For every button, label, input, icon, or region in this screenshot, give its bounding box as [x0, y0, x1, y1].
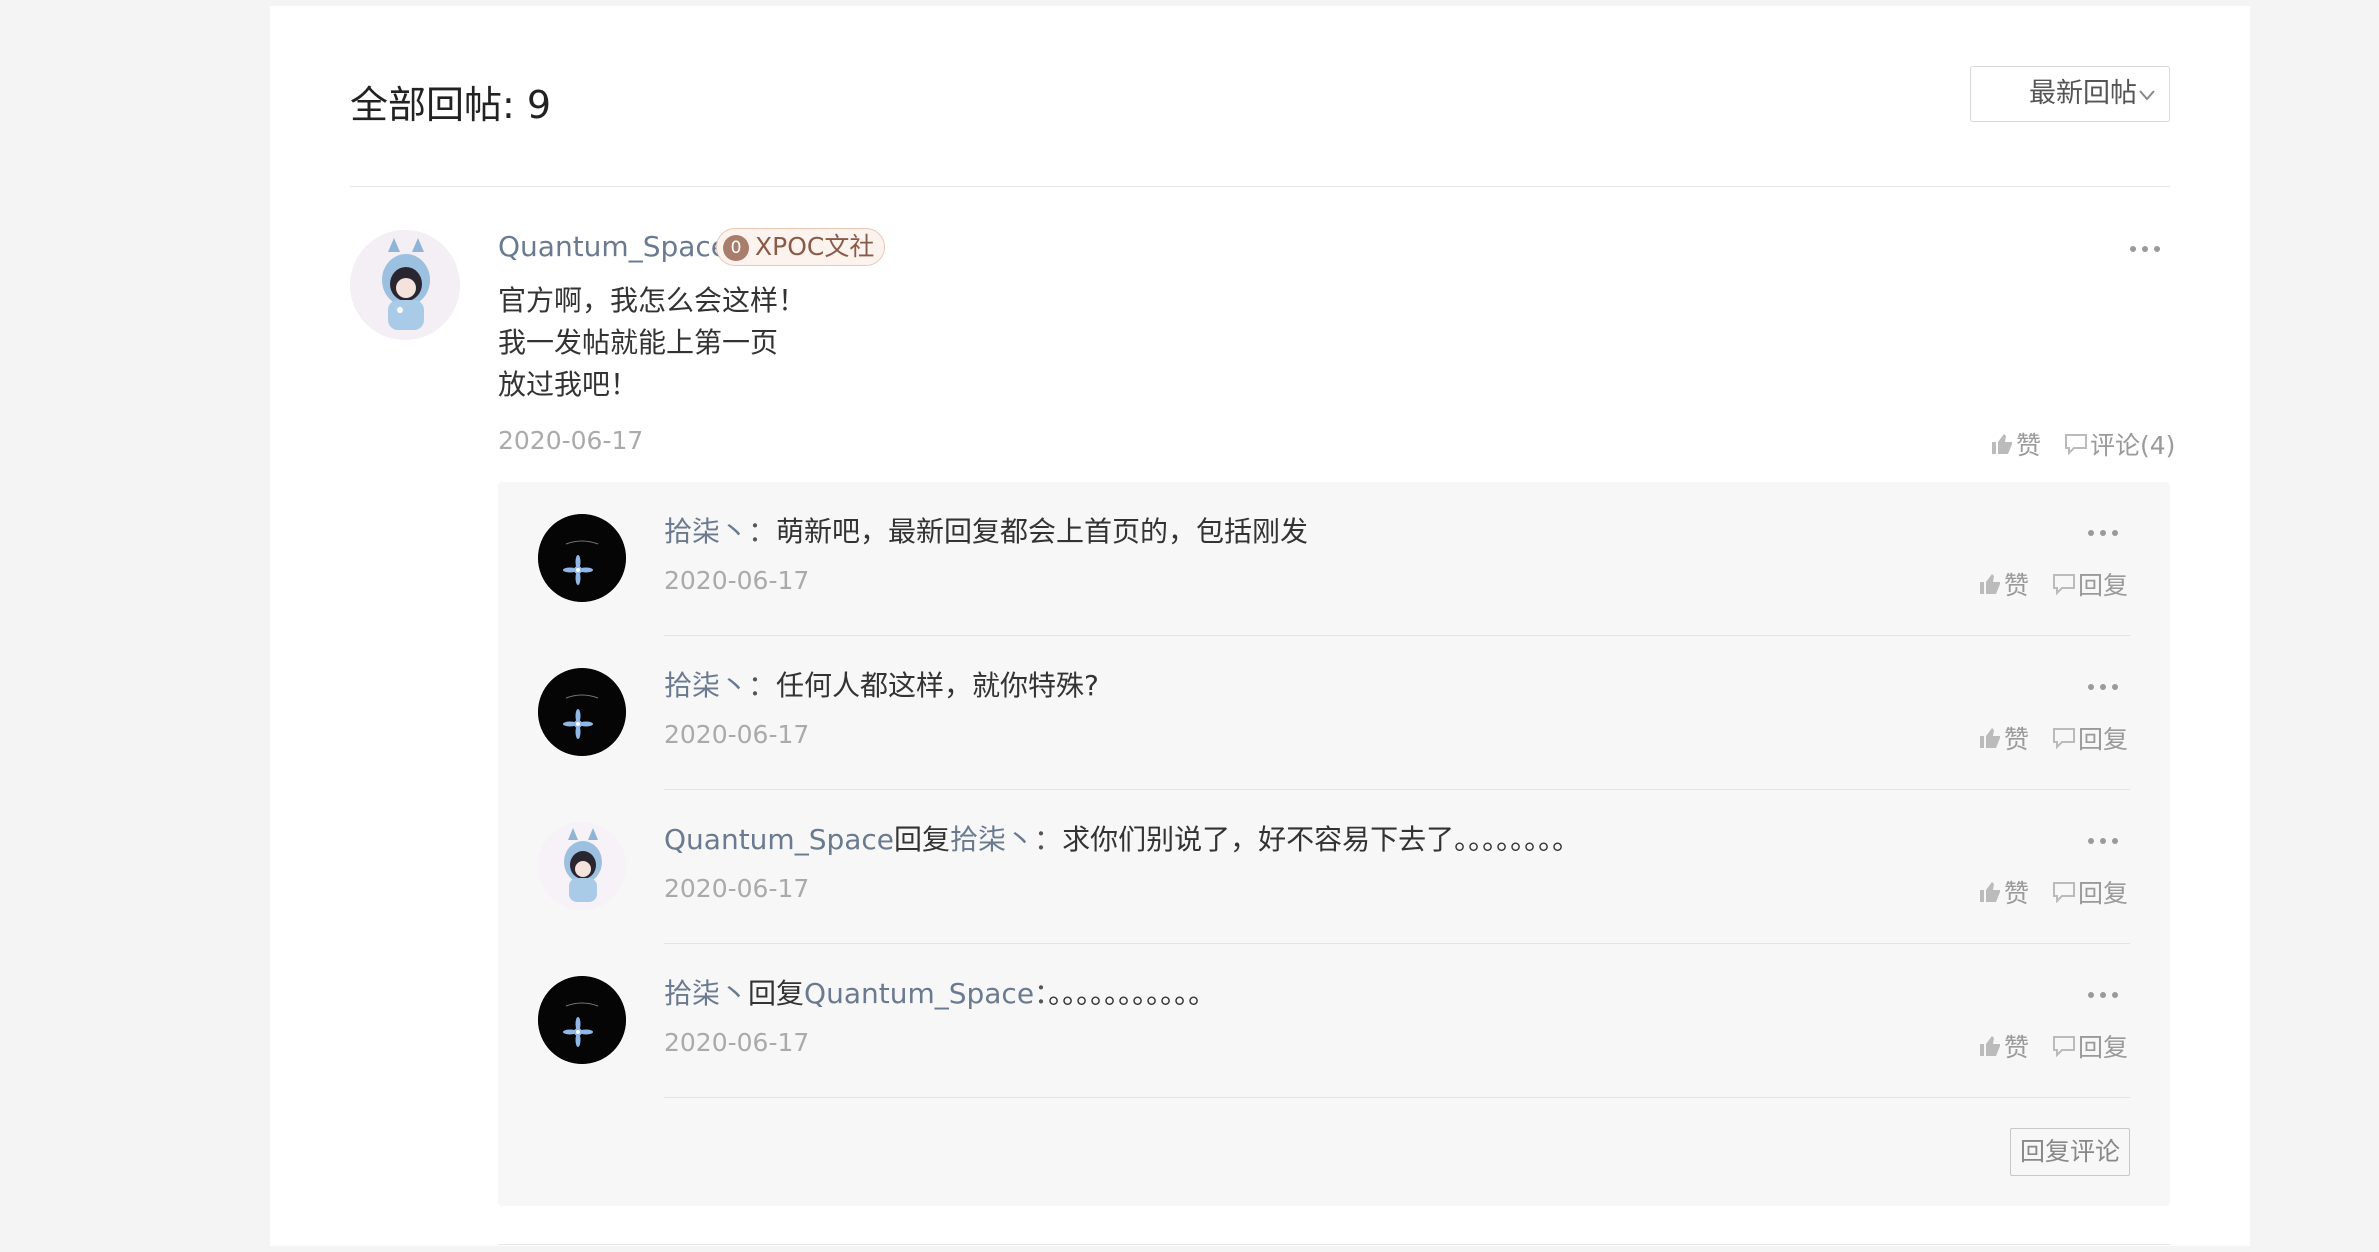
speech-bubble-icon	[2065, 434, 2087, 456]
reply-button[interactable]: 回复	[2052, 566, 2128, 602]
reply-label: 回复	[2078, 725, 2129, 754]
speech-bubble-icon	[2053, 882, 2075, 904]
like-label: 赞	[2004, 725, 2030, 754]
replies-count-title: 全部回帖: 9	[350, 83, 552, 127]
thumb-up-icon	[1992, 434, 2012, 454]
comment-text-line: 拾柒丶回复Quantum_Space：。。。。。。。。。。。	[664, 972, 1216, 1012]
post-line: 官方啊，我怎么会这样！	[498, 284, 807, 317]
like-button[interactable]: 赞	[1990, 426, 2041, 462]
reply-comment-button[interactable]: 回复评论	[2010, 1128, 2130, 1176]
comment-text: 任何人都这样，就你特殊?	[776, 669, 1099, 702]
avatar[interactable]	[538, 514, 626, 602]
sort-label: 最新回帖	[2029, 78, 2137, 109]
reply-target[interactable]: 拾柒丶	[950, 823, 1034, 856]
reply-word: 回复	[748, 977, 805, 1010]
post-content: 官方啊，我怎么会这样！ 我一发帖就能上第一页 放过我吧！	[498, 280, 806, 406]
reply-label: 回复	[2078, 879, 2129, 908]
comment-item: 拾柒丶：任何人都这样，就你特殊? 2020-06-17 赞 回复	[498, 636, 2170, 790]
speech-bubble-icon	[2053, 728, 2075, 750]
replies-card: 全部回帖: 9 最新回帖 Quantum_Space 0 XPOC文社 官方啊，…	[270, 6, 2250, 1246]
comment-date: 2020-06-17	[664, 566, 810, 595]
divider	[664, 1097, 2130, 1098]
post-line: 我一发帖就能上第一页	[498, 326, 779, 359]
reply-button[interactable]: 回复	[2052, 720, 2128, 756]
post-line: 放过我吧！	[498, 368, 639, 401]
chevron-down-icon	[2139, 90, 2155, 101]
comment-text: 求你们别说了，好不容易下去了。。。。。。。。	[1062, 823, 1581, 856]
reply-label: 回复	[2078, 571, 2129, 600]
ellipsis-icon[interactable]	[2088, 990, 2122, 1000]
avatar-image	[538, 668, 626, 756]
avatar-image	[350, 230, 460, 340]
like-label: 赞	[2004, 1033, 2030, 1062]
forum-badge[interactable]: 0 XPOC文社	[716, 228, 886, 266]
ellipsis-icon[interactable]	[2088, 528, 2122, 538]
ellipsis-icon[interactable]	[2130, 244, 2164, 254]
comment-count-button[interactable]: 评论(4)	[2064, 426, 2175, 462]
reply-button[interactable]: 回复	[2052, 874, 2128, 910]
reply-label: 回复	[2078, 1033, 2129, 1062]
avatar-image	[538, 822, 626, 910]
reply-target[interactable]: Quantum_Space	[804, 977, 1034, 1010]
like-button[interactable]: 赞	[1978, 874, 2029, 910]
separator: ：	[748, 669, 777, 702]
comment-item: Quantum_Space回复拾柒丶：求你们别说了，好不容易下去了。。。。。。。…	[498, 790, 2170, 944]
comment-count-label: 评论(4)	[2090, 431, 2176, 460]
replies-header: 全部回帖: 9 最新回帖	[350, 66, 2170, 187]
avatar[interactable]	[538, 668, 626, 756]
separator: ：	[1034, 977, 1049, 1010]
comment-text: 萌新吧，最新回复都会上首页的，包括刚发	[776, 515, 1309, 548]
comment-thread: 拾柒丶：萌新吧，最新回复都会上首页的，包括刚发 2020-06-17 赞 回复	[498, 482, 2170, 1206]
divider	[498, 1244, 2170, 1245]
comment-author[interactable]: 拾柒丶	[664, 977, 748, 1010]
comment-text-line: Quantum_Space回复拾柒丶：求你们别说了，好不容易下去了。。。。。。。…	[664, 818, 1580, 858]
comment-date: 2020-06-17	[664, 1028, 810, 1057]
thumb-up-icon	[1980, 574, 2000, 594]
avatar[interactable]	[350, 230, 460, 340]
badge-level: 0	[723, 235, 749, 261]
thumb-up-icon	[1980, 882, 2000, 902]
reply-button[interactable]: 回复	[2052, 1028, 2128, 1064]
comment-item: 拾柒丶：萌新吧，最新回复都会上首页的，包括刚发 2020-06-17 赞 回复	[498, 482, 2170, 636]
comment-item: 拾柒丶回复Quantum_Space：。。。。。。。。。。。 2020-06-1…	[498, 944, 2170, 1098]
avatar-image	[538, 514, 626, 602]
ellipsis-icon[interactable]	[2088, 836, 2122, 846]
like-label: 赞	[2016, 431, 2042, 460]
separator: ：	[1034, 823, 1063, 856]
speech-bubble-icon	[2053, 1036, 2075, 1058]
comment-text: 。。。。。。。。。。。	[1048, 977, 1217, 1010]
comment-author[interactable]: 拾柒丶	[664, 669, 748, 702]
reply-post: Quantum_Space 0 XPOC文社 官方啊，我怎么会这样！ 我一发帖就能…	[350, 222, 2175, 1252]
thumb-up-icon	[1980, 1036, 2000, 1056]
comment-date: 2020-06-17	[664, 720, 810, 749]
badge-name: XPOC文社	[755, 232, 875, 261]
comment-text-line: 拾柒丶：任何人都这样，就你特殊?	[664, 664, 1099, 704]
comment-author[interactable]: Quantum_Space	[664, 823, 894, 856]
like-label: 赞	[2004, 879, 2030, 908]
speech-bubble-icon	[2053, 574, 2075, 596]
sort-dropdown[interactable]: 最新回帖	[1970, 66, 2170, 122]
ellipsis-icon[interactable]	[2088, 682, 2122, 692]
post-author-name[interactable]: Quantum_Space	[498, 230, 728, 263]
comment-author[interactable]: 拾柒丶	[664, 515, 748, 548]
avatar-image	[538, 976, 626, 1064]
separator: ：	[748, 515, 777, 548]
like-button[interactable]: 赞	[1978, 720, 2029, 756]
comment-text-line: 拾柒丶：萌新吧，最新回复都会上首页的，包括刚发	[664, 510, 1308, 550]
like-label: 赞	[2004, 571, 2030, 600]
like-button[interactable]: 赞	[1978, 1028, 2029, 1064]
like-button[interactable]: 赞	[1978, 566, 2029, 602]
reply-word: 回复	[894, 823, 951, 856]
avatar[interactable]	[538, 976, 626, 1064]
thumb-up-icon	[1980, 728, 2000, 748]
comment-date: 2020-06-17	[664, 874, 810, 903]
post-date: 2020-06-17	[498, 426, 644, 455]
avatar[interactable]	[538, 822, 626, 910]
